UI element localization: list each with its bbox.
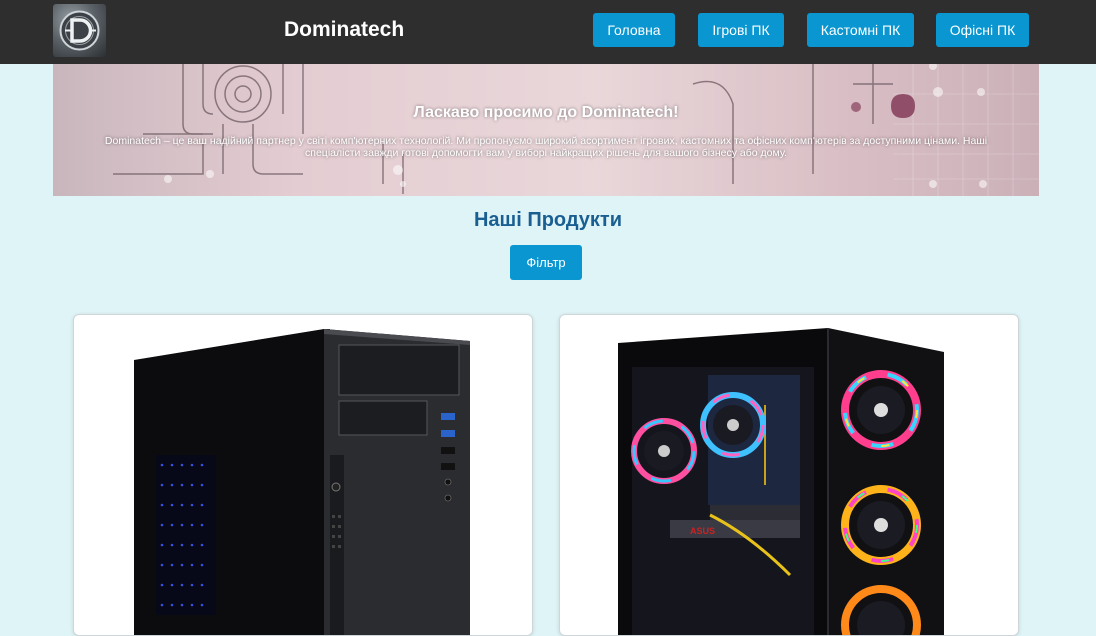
product-card[interactable]	[73, 314, 533, 636]
hero-description: Dominatech – це ваш надійний партнер у с…	[104, 135, 988, 159]
nav-custom-pc-button[interactable]: Кастомні ПК	[807, 13, 914, 47]
dominatech-logo[interactable]	[53, 4, 106, 57]
rgb-gaming-pc-image: ASUS	[618, 328, 944, 635]
top-navbar: Dominatech Головна Ігрові ПК Кастомні ПК…	[0, 0, 1096, 64]
nav-gaming-pc-button[interactable]: Ігрові ПК	[698, 13, 784, 47]
product-card[interactable]: ASUS	[559, 314, 1019, 636]
products-heading: Наші Продукти	[473, 209, 623, 231]
black-office-pc-image	[134, 329, 470, 635]
hero-title: Ласкаво просимо до Dominatech!	[413, 104, 679, 121]
hero-banner: Ласкаво просимо до Dominatech! Dominatec…	[53, 64, 1039, 196]
logo-d-icon	[59, 10, 100, 51]
nav-office-pc-button[interactable]: Офісні ПК	[936, 13, 1029, 47]
brand-title: Dominatech	[284, 18, 405, 41]
filter-button[interactable]: Фільтр	[510, 245, 582, 280]
circuit-background-image	[113, 64, 1039, 196]
svg-text:ASUS: ASUS	[690, 526, 715, 536]
nav-home-button[interactable]: Головна	[593, 13, 675, 47]
